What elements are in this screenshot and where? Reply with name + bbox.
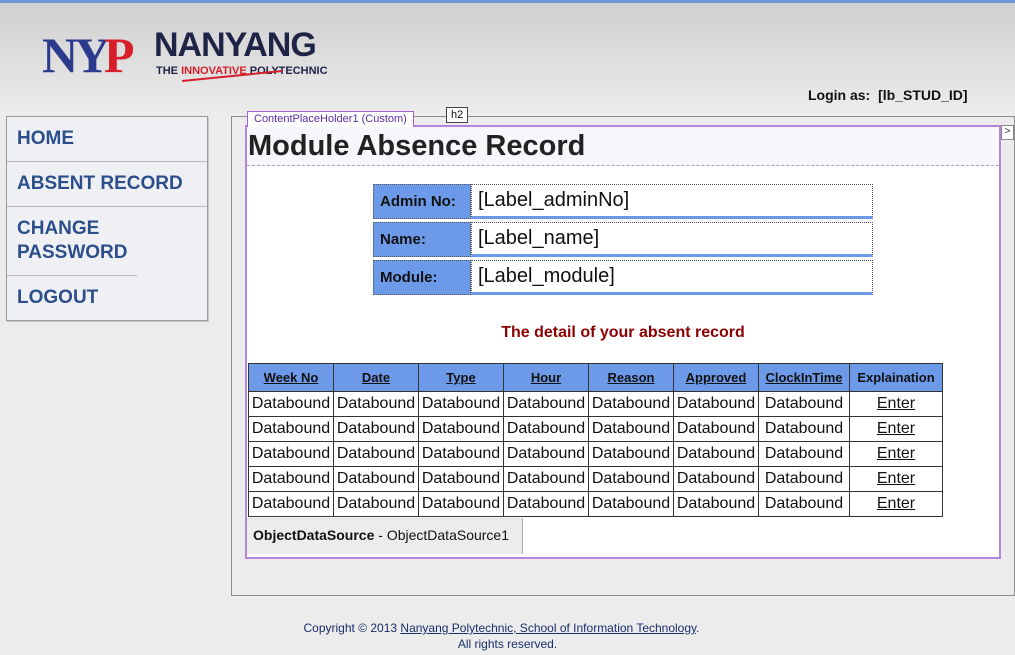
cell-reason: Databound — [588, 466, 674, 492]
ods-type: ObjectDataSource — [253, 527, 375, 543]
brand-name: NANYANG — [154, 26, 316, 64]
col-clockintime[interactable]: ClockInTime — [758, 363, 850, 392]
name-value: [Label_name] — [471, 222, 873, 257]
copyright-prefix: Copyright © 2013 — [303, 621, 401, 635]
cell-clockintime: Databound — [758, 491, 850, 517]
cell-date: Databound — [333, 441, 419, 467]
school-link[interactable]: Nanyang Polytechnic, School of Informati… — [400, 621, 696, 635]
login-user: [lb_STUD_ID] — [878, 87, 968, 103]
col-week-no[interactable]: Week No — [248, 363, 334, 392]
module-label: Module: — [373, 260, 471, 295]
cell-type: Databound — [418, 441, 504, 467]
cell-date: Databound — [333, 416, 419, 442]
name-label: Name: — [373, 222, 471, 257]
ods-separator: - — [374, 527, 387, 543]
nav-absent-record[interactable]: ABSENT RECORD — [7, 162, 207, 207]
svg-text:P: P — [104, 27, 135, 83]
cell-reason: Databound — [588, 441, 674, 467]
col-hour[interactable]: Hour — [503, 363, 589, 392]
cell-date: Databound — [333, 391, 419, 417]
cell-type: Databound — [418, 391, 504, 417]
cell-hour: Databound — [503, 391, 589, 417]
enter-link[interactable]: Enter — [849, 466, 943, 492]
cell-week-no: Databound — [248, 441, 334, 467]
cell-reason: Databound — [588, 491, 674, 517]
cell-type: Databound — [418, 416, 504, 442]
h2-tag: h2 — [446, 107, 469, 123]
page-title: Module Absence Record — [248, 130, 586, 162]
cell-hour: Databound — [503, 441, 589, 467]
nyp-logo[interactable]: NY P NANYANG THE INNOVATIVE POLYTECHNIC — [42, 24, 342, 93]
nav-change-password[interactable]: CHANGE PASSWORD — [7, 207, 137, 276]
cell-week-no: Databound — [248, 491, 334, 517]
cell-type: Databound — [418, 466, 504, 492]
col-explaination: Explaination — [849, 363, 943, 392]
enter-link[interactable]: Enter — [849, 491, 943, 517]
smart-tag-arrow-icon[interactable]: > — [1001, 125, 1014, 140]
login-prefix: Login as: — [808, 87, 871, 103]
detail-heading: The detail of your absent record — [501, 324, 745, 341]
cell-type: Databound — [418, 491, 504, 517]
cell-approved: Databound — [673, 491, 759, 517]
grid-header-row: Week No Date Type Hour Reason Approved C… — [248, 363, 943, 392]
student-info-table: Admin No: [Label_adminNo] Name: [Label_n… — [373, 181, 873, 298]
cell-date: Databound — [333, 491, 419, 517]
col-date[interactable]: Date — [333, 363, 419, 392]
module-value: [Label_module] — [471, 260, 873, 295]
title-box: Module Absence Record — [247, 127, 999, 166]
cell-approved: Databound — [673, 466, 759, 492]
cell-clockintime: Databound — [758, 416, 850, 442]
cell-week-no: Databound — [248, 391, 334, 417]
col-reason[interactable]: Reason — [588, 363, 674, 392]
absence-grid: Week No Date Type Hour Reason Approved C… — [248, 363, 943, 517]
table-row: Databound Databound Databound Databound … — [248, 391, 943, 417]
rights-reserved: All rights reserved. — [457, 637, 558, 651]
col-approved[interactable]: Approved — [673, 363, 759, 392]
enter-link[interactable]: Enter — [849, 441, 943, 467]
cell-reason: Databound — [588, 416, 674, 442]
cell-hour: Databound — [503, 466, 589, 492]
object-data-source[interactable]: ObjectDataSource - ObjectDataSource1 — [247, 518, 523, 554]
table-row: Databound Databound Databound Databound … — [248, 466, 943, 492]
copyright-suffix: . — [696, 621, 700, 635]
cell-week-no: Databound — [248, 416, 334, 442]
cell-date: Databound — [333, 466, 419, 492]
sidebar-nav: HOME ABSENT RECORD CHANGE PASSWORD LOGOU… — [6, 116, 208, 321]
admin-no-label: Admin No: — [373, 184, 471, 219]
table-row: Databound Databound Databound Databound … — [248, 441, 943, 467]
login-status: Login as: [lb_STUD_ID] — [804, 87, 968, 103]
enter-link[interactable]: Enter — [849, 391, 943, 417]
cell-clockintime: Databound — [758, 391, 850, 417]
svg-text:NY: NY — [42, 27, 110, 83]
table-row: Databound Databound Databound Databound … — [248, 491, 943, 517]
cell-hour: Databound — [503, 491, 589, 517]
col-type[interactable]: Type — [418, 363, 504, 392]
footer: Copyright © 2013 Nanyang Polytechnic, Sc… — [0, 620, 1015, 652]
content-placeholder: Module Absence Record Admin No: [Label_a… — [245, 125, 1001, 559]
cell-clockintime: Databound — [758, 441, 850, 467]
cell-approved: Databound — [673, 441, 759, 467]
content-placeholder-tag: ContentPlaceHolder1 (Custom) — [247, 111, 414, 127]
enter-link[interactable]: Enter — [849, 416, 943, 442]
table-row: Databound Databound Databound Databound … — [248, 416, 943, 442]
admin-no-value: [Label_adminNo] — [471, 184, 873, 219]
cell-reason: Databound — [588, 391, 674, 417]
nav-home[interactable]: HOME — [7, 117, 207, 162]
cell-clockintime: Databound — [758, 466, 850, 492]
ods-name: ObjectDataSource1 — [386, 527, 510, 543]
nav-logout[interactable]: LOGOUT — [7, 276, 207, 320]
cell-hour: Databound — [503, 416, 589, 442]
cell-approved: Databound — [673, 416, 759, 442]
cell-approved: Databound — [673, 391, 759, 417]
cell-week-no: Databound — [248, 466, 334, 492]
